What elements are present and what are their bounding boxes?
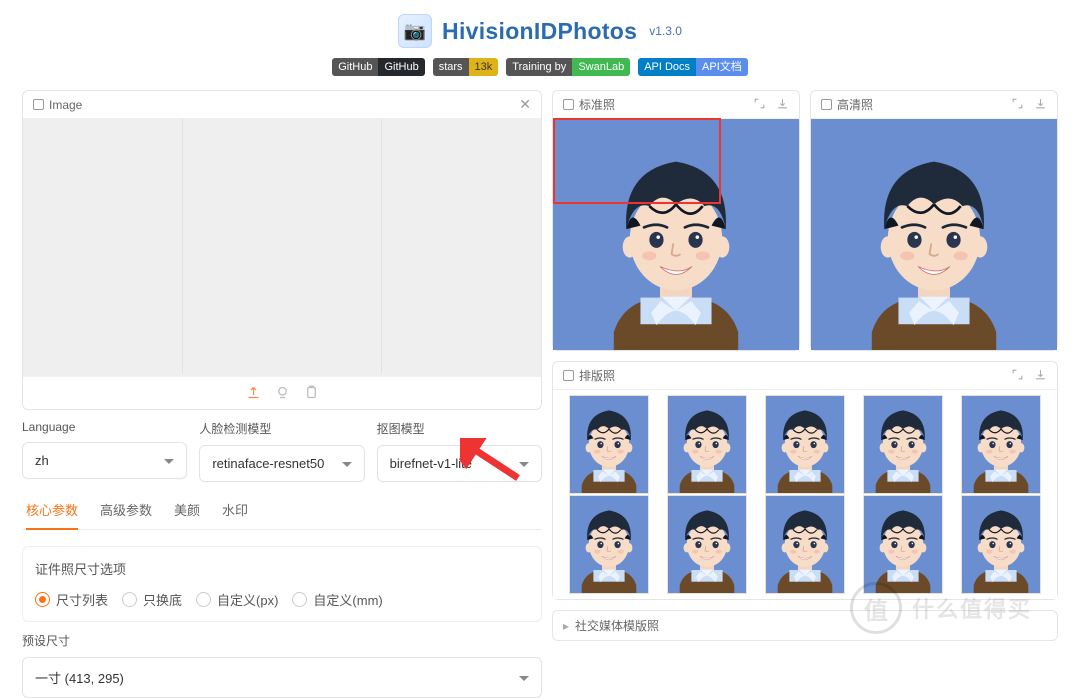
chevron-down-icon [519, 676, 529, 686]
layout-tile [864, 396, 942, 493]
input-image-label: Image [49, 98, 82, 112]
app-version: v1.3.0 [649, 24, 682, 38]
image-icon [563, 99, 574, 110]
app-header: 📷 HivisionIDPhotos v1.3.0 GitHubGitHub st… [0, 0, 1080, 90]
image-stage[interactable] [23, 119, 541, 377]
layout-tile [668, 396, 746, 493]
matting-model-label: 抠图模型 [377, 420, 542, 437]
badge-row: GitHubGitHub stars13k Training bySwanLab AP… [0, 58, 1080, 76]
size-option-2[interactable]: 自定义(px) [196, 590, 278, 609]
tab-0[interactable]: 核心参数 [26, 492, 78, 529]
expand-icon[interactable] [1011, 97, 1024, 113]
layout-tile [570, 396, 648, 493]
upload-icon[interactable] [246, 385, 261, 403]
layout-preview-panel: 排版照 [552, 361, 1058, 600]
standard-preview-label: 标准照 [579, 96, 615, 113]
download-icon[interactable] [1034, 368, 1047, 384]
matting-model-select[interactable]: birefnet-v1-lite [377, 445, 542, 482]
badge[interactable]: Training bySwanLab [506, 58, 630, 76]
language-label: Language [22, 420, 187, 434]
social-template-label: 社交媒体模版照 [575, 617, 659, 634]
layout-tile [962, 396, 1040, 493]
badge[interactable]: GitHubGitHub [332, 58, 425, 76]
size-options-title: 证件照尺寸选项 [35, 559, 529, 578]
tab-1[interactable]: 高级参数 [100, 492, 152, 529]
close-icon[interactable]: ✕ [519, 96, 531, 113]
image-icon [821, 99, 832, 110]
download-icon[interactable] [776, 97, 789, 113]
expand-icon[interactable] [753, 97, 766, 113]
language-select[interactable]: zh [22, 442, 187, 479]
preset-size-label: 预设尺寸 [22, 632, 542, 649]
size-option-3[interactable]: 自定义(mm) [292, 590, 382, 609]
badge[interactable]: API DocsAPI文档 [638, 58, 748, 76]
download-icon[interactable] [1034, 97, 1047, 113]
clipboard-icon[interactable] [304, 385, 319, 403]
webcam-icon[interactable] [275, 385, 290, 403]
tab-2[interactable]: 美颜 [174, 492, 200, 529]
chevron-down-icon [342, 462, 352, 472]
image-icon [563, 370, 574, 381]
app-logo: 📷 [398, 14, 432, 48]
watermark: 值 什么值得买 [850, 582, 1070, 634]
chevron-down-icon [519, 462, 529, 472]
size-options-group: 证件照尺寸选项 尺寸列表只换底自定义(px) 自定义(mm) [22, 546, 542, 622]
expand-icon[interactable] [1011, 368, 1024, 384]
layout-tile [864, 496, 942, 593]
preset-size-select[interactable]: 一寸 (413, 295) [22, 657, 542, 698]
face-model-label: 人脸检测模型 [199, 420, 364, 437]
layout-tile [570, 496, 648, 593]
layout-tile [668, 496, 746, 593]
layout-preview-label: 排版照 [579, 367, 615, 384]
size-option-0[interactable]: 尺寸列表 [35, 590, 108, 609]
tab-bar: 核心参数高级参数美颜水印 [22, 492, 542, 530]
layout-tile [962, 496, 1040, 593]
hd-preview-label: 高清照 [837, 96, 873, 113]
badge[interactable]: stars13k [433, 58, 499, 76]
size-option-1[interactable]: 只换底 [122, 590, 182, 609]
layout-tile [766, 396, 844, 493]
tab-3[interactable]: 水印 [222, 492, 248, 529]
layout-grid [561, 396, 1049, 593]
app-title: HivisionIDPhotos [442, 18, 637, 45]
hd-preview-panel: 高清照 [810, 90, 1058, 351]
layout-tile [766, 496, 844, 593]
face-model-select[interactable]: retinaface-resnet50 [199, 445, 364, 482]
chevron-down-icon [164, 459, 174, 469]
image-icon [33, 99, 44, 110]
input-image-panel: Image ✕ [22, 90, 542, 410]
standard-preview-panel: 标准照 [552, 90, 800, 351]
